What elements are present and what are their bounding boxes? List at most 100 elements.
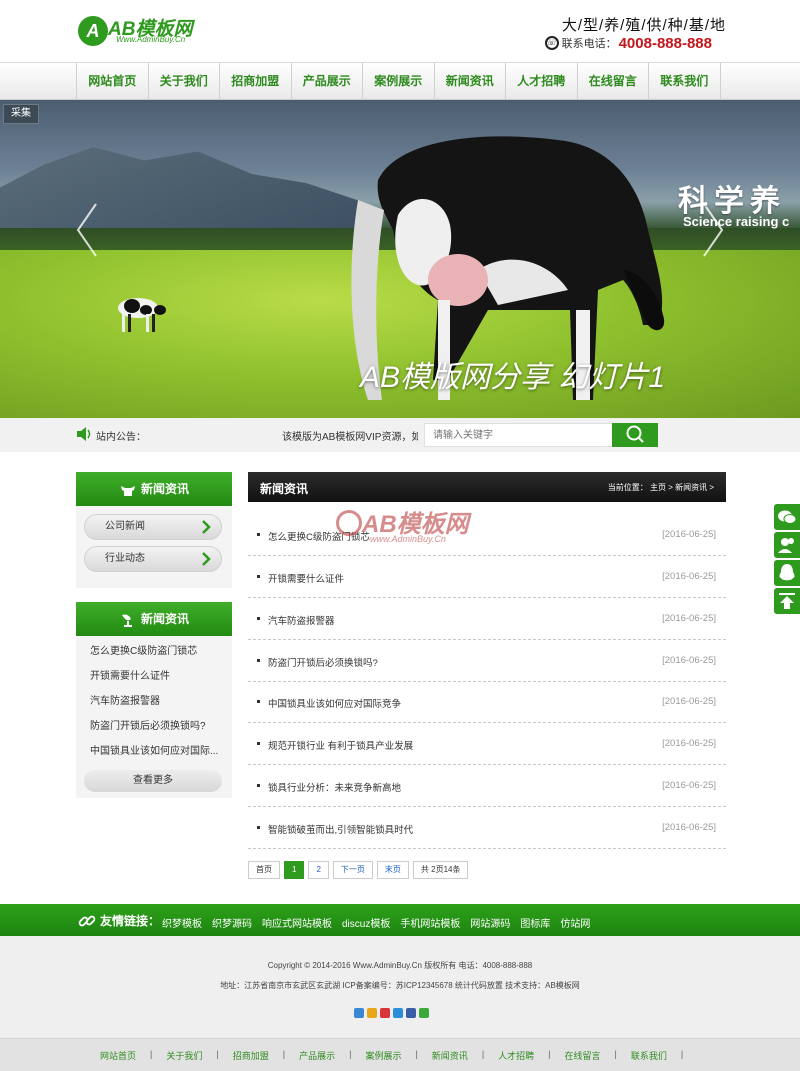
page-next[interactable]: 下一页 [332, 861, 373, 879]
news-title[interactable]: 开锁需要什么证件 [268, 571, 344, 585]
main-nav: 网站首页 关于我们 招商加盟 产品展示 案例展示 新闻资讯 人才招聘 在线留言 … [0, 62, 800, 100]
friend-links-label: 友情链接： [100, 914, 161, 928]
cow-head-icon [120, 485, 135, 496]
banner-collect-tag[interactable]: 采集 [3, 104, 39, 124]
sidebar-news-item[interactable]: 怎么更换C级防盗门锁芯 [90, 642, 224, 657]
friend-link[interactable]: 仿站网 [560, 915, 590, 930]
page-first[interactable]: 首页 [248, 861, 280, 879]
share-weibo-icon[interactable] [380, 1008, 390, 1018]
nav-item-jobs[interactable]: 人才招聘 [506, 63, 578, 100]
bottom-nav-contact[interactable]: 联系我们 [631, 1049, 667, 1062]
float-qq-button[interactable] [774, 560, 800, 586]
bottom-nav-jobs[interactable]: 人才招聘 [498, 1049, 534, 1062]
news-date: [2016-06-25] [662, 696, 716, 707]
notice-bar: 站内公告： 该模版为AB模板网VIP资源，如 [0, 418, 800, 452]
share-plus-icon[interactable] [354, 1008, 364, 1018]
nav-item-home[interactable]: 网站首页 [77, 63, 149, 100]
news-row[interactable]: 锁具行业分析：未来竞争新高地 [2016-06-25] [248, 765, 726, 807]
news-title[interactable]: 中国锁具业该如何应对国际竞争 [268, 696, 401, 710]
bullet-icon [257, 533, 260, 536]
friend-link[interactable]: 织梦模板 [162, 915, 202, 930]
phone-block: ☏ 联系电话： 4008-888-888 [544, 34, 712, 52]
float-contact-button[interactable] [774, 532, 800, 558]
category-label: 行业动态 [105, 553, 145, 564]
category-industry-news[interactable]: 行业动态 [84, 546, 222, 572]
friend-link[interactable]: discuz模板 [342, 915, 390, 930]
share-tweibo-icon[interactable] [393, 1008, 403, 1018]
news-row[interactable]: 中国锁具业该如何应对国际竞争 [2016-06-25] [248, 681, 726, 723]
bottom-nav-franchise[interactable]: 招商加盟 [233, 1049, 269, 1062]
news-title[interactable]: 防盗门开锁后必须换锁吗? [268, 655, 378, 669]
sidebar-latest-news: 新闻资讯 怎么更换C级防盗门锁芯 开锁需要什么证件 汽车防盗报警器 防盗门开锁后… [76, 602, 232, 798]
sidebar-news-item[interactable]: 中国锁具业该如何应对国际... [90, 742, 224, 757]
bottom-nav-cases[interactable]: 案例展示 [365, 1049, 401, 1062]
share-wechat-icon[interactable] [419, 1008, 429, 1018]
nav-item-about[interactable]: 关于我们 [149, 63, 220, 100]
friend-links-bar: 友情链接： 织梦模板 织梦源码 响应式网站模板 discuz模板 手机网站模板 … [0, 904, 800, 936]
bottom-nav-home[interactable]: 网站首页 [100, 1049, 136, 1062]
friend-link[interactable]: 图标库 [520, 915, 550, 930]
nav-item-cases[interactable]: 案例展示 [363, 63, 435, 100]
bullet-icon [257, 784, 260, 787]
news-row[interactable]: 开锁需要什么证件 [2016-06-25] [248, 556, 726, 598]
speaker-icon [77, 427, 91, 441]
sidebar-categories-title: 新闻资讯 [140, 482, 189, 496]
page-number[interactable]: 2 [308, 861, 329, 879]
search-input[interactable] [424, 423, 614, 447]
share-icons [354, 1008, 429, 1018]
notice-text: 该模版为AB模板网VIP资源，如 [282, 432, 418, 443]
page-number-current[interactable]: 1 [284, 861, 305, 879]
bottom-nav-about[interactable]: 关于我们 [166, 1049, 202, 1062]
news-date: [2016-06-25] [662, 529, 716, 540]
news-title[interactable]: 智能锁破茧而出,引领智能锁具时代 [268, 822, 413, 836]
news-row[interactable]: 智能锁破茧而出,引领智能锁具时代 [2016-06-25] [248, 807, 726, 849]
friend-link[interactable]: 响应式网站模板 [262, 915, 332, 930]
page-last[interactable]: 末页 [376, 861, 409, 879]
share-qzone-icon[interactable] [367, 1008, 377, 1018]
float-top-button[interactable] [774, 588, 800, 614]
breadcrumb[interactable]: 当前位置： 主页 > 新闻资讯 > [608, 482, 714, 493]
watermark-url: www.AdminBuy.Cn [370, 534, 446, 544]
bottom-nav-news[interactable]: 新闻资讯 [432, 1049, 468, 1062]
news-title[interactable]: 规范开锁行业 有利于锁具产业发展 [268, 738, 413, 752]
news-title[interactable]: 汽车防盗报警器 [268, 613, 335, 627]
nav-item-products[interactable]: 产品展示 [292, 63, 363, 100]
news-title[interactable]: 锁具行业分析：未来竞争新高地 [268, 780, 401, 794]
banner-slideshow[interactable]: 科学养 Science raising c AB模版网分享 幻灯片1 [0, 100, 800, 418]
nav-item-news[interactable]: 新闻资讯 [435, 63, 506, 100]
news-list-header: 新闻资讯 当前位置： 主页 > 新闻资讯 > [248, 472, 726, 502]
news-date: [2016-06-25] [662, 613, 716, 624]
bottom-nav-products[interactable]: 产品展示 [299, 1049, 335, 1062]
banner-subheading: Science raising c [683, 214, 790, 229]
separator: | [150, 1049, 153, 1059]
float-wechat-button[interactable] [774, 504, 800, 530]
category-company-news[interactable]: 公司新闻 [84, 514, 222, 540]
news-row[interactable]: 防盗门开锁后必须换锁吗? [2016-06-25] [248, 640, 726, 682]
sidebar-news-item[interactable]: 开锁需要什么证件 [90, 667, 224, 682]
wechat-icon [778, 510, 797, 524]
search-button[interactable] [612, 423, 658, 447]
friend-link[interactable]: 网站源码 [470, 915, 510, 930]
sidebar-latest-header: 新闻资讯 [76, 602, 232, 636]
slide-prev-arrow[interactable] [74, 200, 100, 260]
separator: | [282, 1049, 286, 1059]
banner-mountains [0, 147, 360, 228]
share-renren-icon[interactable] [406, 1008, 416, 1018]
news-row[interactable]: 汽车防盗报警器 [2016-06-25] [248, 598, 726, 640]
site-logo[interactable]: A AB模板网 Www.AdminBuy.Cn [78, 14, 198, 48]
news-row[interactable]: 规范开锁行业 有利于锁具产业发展 [2016-06-25] [248, 723, 726, 765]
news-date: [2016-06-25] [662, 571, 716, 582]
sidebar-news-item[interactable]: 防盗门开锁后必须换锁吗? [90, 717, 224, 732]
phone-label: 联系电话： [561, 38, 617, 50]
friend-link[interactable]: 手机网站模板 [400, 915, 460, 930]
watermark-logo-icon [336, 510, 362, 536]
nav-item-message[interactable]: 在线留言 [578, 63, 649, 100]
nav-item-franchise[interactable]: 招商加盟 [220, 63, 292, 100]
view-more-button[interactable]: 查看更多 [84, 770, 222, 792]
sidebar-news-item[interactable]: 汽车防盗报警器 [90, 692, 224, 707]
friend-link[interactable]: 织梦源码 [212, 915, 252, 930]
footer-address: 地址：江苏省南京市玄武区玄武湖 ICP备案编号：苏ICP12345678 统计代… [220, 981, 580, 990]
nav-item-contact[interactable]: 联系我们 [649, 63, 721, 100]
notice-label: 站内公告： [96, 432, 146, 443]
bottom-nav-message[interactable]: 在线留言 [565, 1049, 601, 1062]
